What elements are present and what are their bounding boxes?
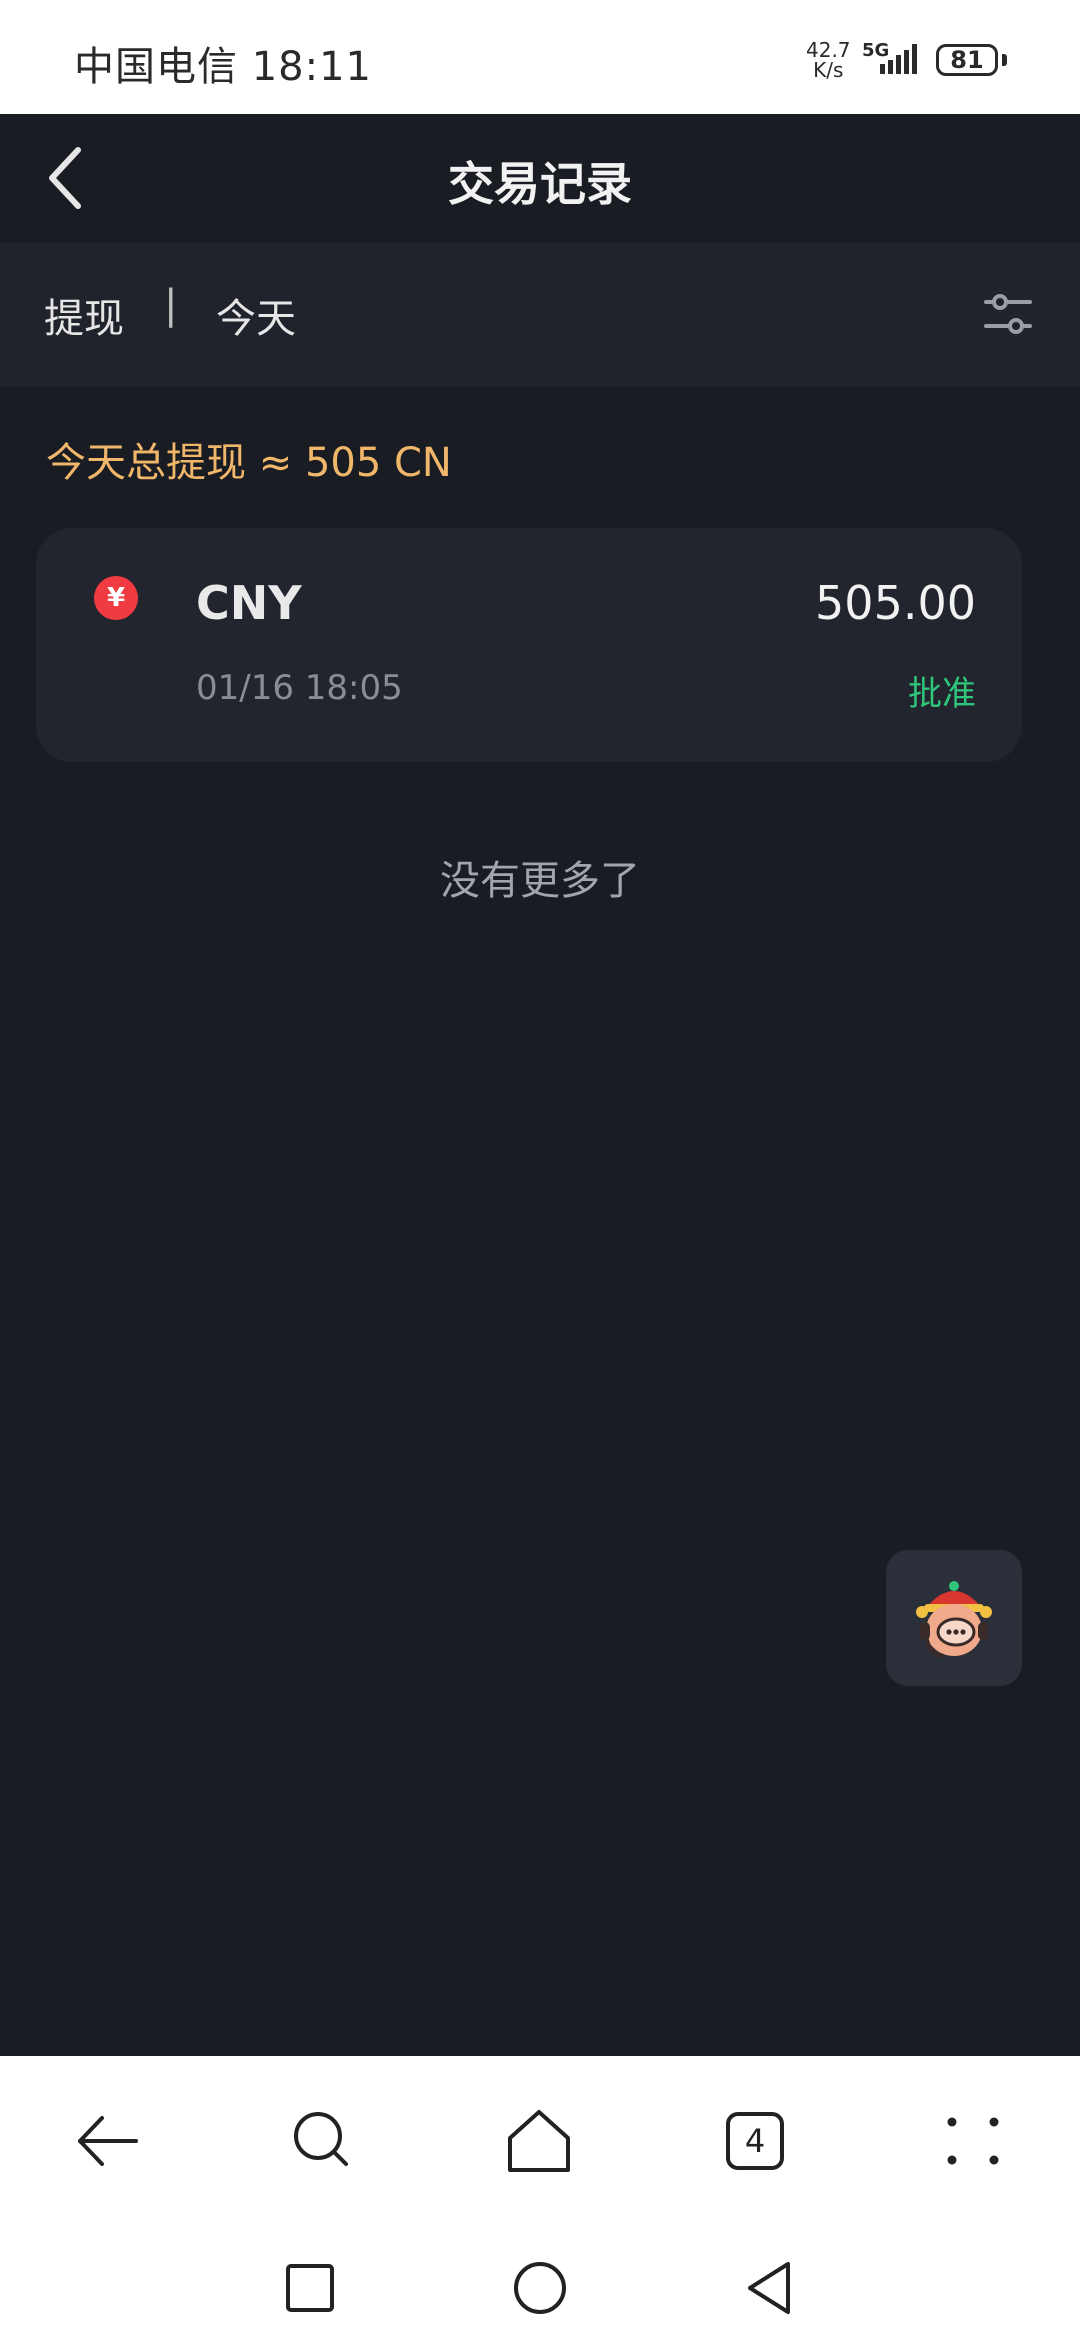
filter-type-selector[interactable]: 提现 xyxy=(44,286,124,344)
battery-tip xyxy=(1002,54,1007,66)
net-speed-value: 42.7 xyxy=(806,38,851,62)
system-nav-bar xyxy=(0,2226,1080,2340)
browser-search-button[interactable] xyxy=(288,2106,358,2176)
net-speed-unit: K/s xyxy=(813,58,844,82)
status-bar: 中国电信 18:11 42.7 K/s 5G 81 xyxy=(0,0,1080,114)
transaction-card[interactable]: ¥ CNY 505.00 01/16 18:05 批准 xyxy=(36,528,1022,762)
yuan-coin-icon: ¥ xyxy=(94,576,138,620)
browser-more-button[interactable] xyxy=(938,2106,1008,2176)
more-dots-icon xyxy=(947,2117,999,2165)
filter-separator: | xyxy=(164,282,178,328)
square-icon[interactable] xyxy=(284,2262,336,2314)
customer-support-icon xyxy=(916,1581,992,1658)
sliders-icon xyxy=(984,294,1032,334)
circle-icon[interactable] xyxy=(512,2260,568,2316)
filter-button[interactable] xyxy=(980,286,1036,342)
filter-date-selector[interactable]: 今天 xyxy=(216,286,296,344)
browser-home-button[interactable] xyxy=(504,2106,574,2176)
home-icon xyxy=(508,2110,570,2172)
page-title: 交易记录 xyxy=(448,157,632,211)
signal-icon xyxy=(880,44,917,74)
triangle-back-icon[interactable] xyxy=(744,2260,796,2316)
browser-back-button[interactable] xyxy=(72,2106,142,2176)
transaction-amount: 505.00 xyxy=(815,576,976,630)
app-header: 交易记录 xyxy=(0,114,1080,242)
search-icon xyxy=(294,2112,348,2166)
list-end-text: 没有更多了 xyxy=(440,858,640,904)
browser-tabs-button[interactable]: 4 xyxy=(726,2112,784,2170)
filter-bar: 提现 | 今天 xyxy=(0,242,1080,386)
transaction-status: 批准 xyxy=(908,674,976,714)
battery-level: 81 xyxy=(950,46,984,74)
customer-support-button[interactable] xyxy=(886,1550,1022,1686)
withdraw-summary: 今天总提现 ≈ 505 CN xyxy=(46,440,452,486)
carrier-time: 中国电信 18:11 xyxy=(74,44,372,90)
transaction-datetime: 01/16 18:05 xyxy=(196,668,403,708)
net-speed: 42.7 K/s xyxy=(806,40,851,80)
tabs-count: 4 xyxy=(744,2122,766,2160)
transaction-currency: CNY xyxy=(196,576,302,630)
browser-toolbar: 4 xyxy=(0,2056,1080,2226)
battery-icon: 81 xyxy=(936,44,998,76)
arrow-left-icon xyxy=(78,2116,138,2166)
